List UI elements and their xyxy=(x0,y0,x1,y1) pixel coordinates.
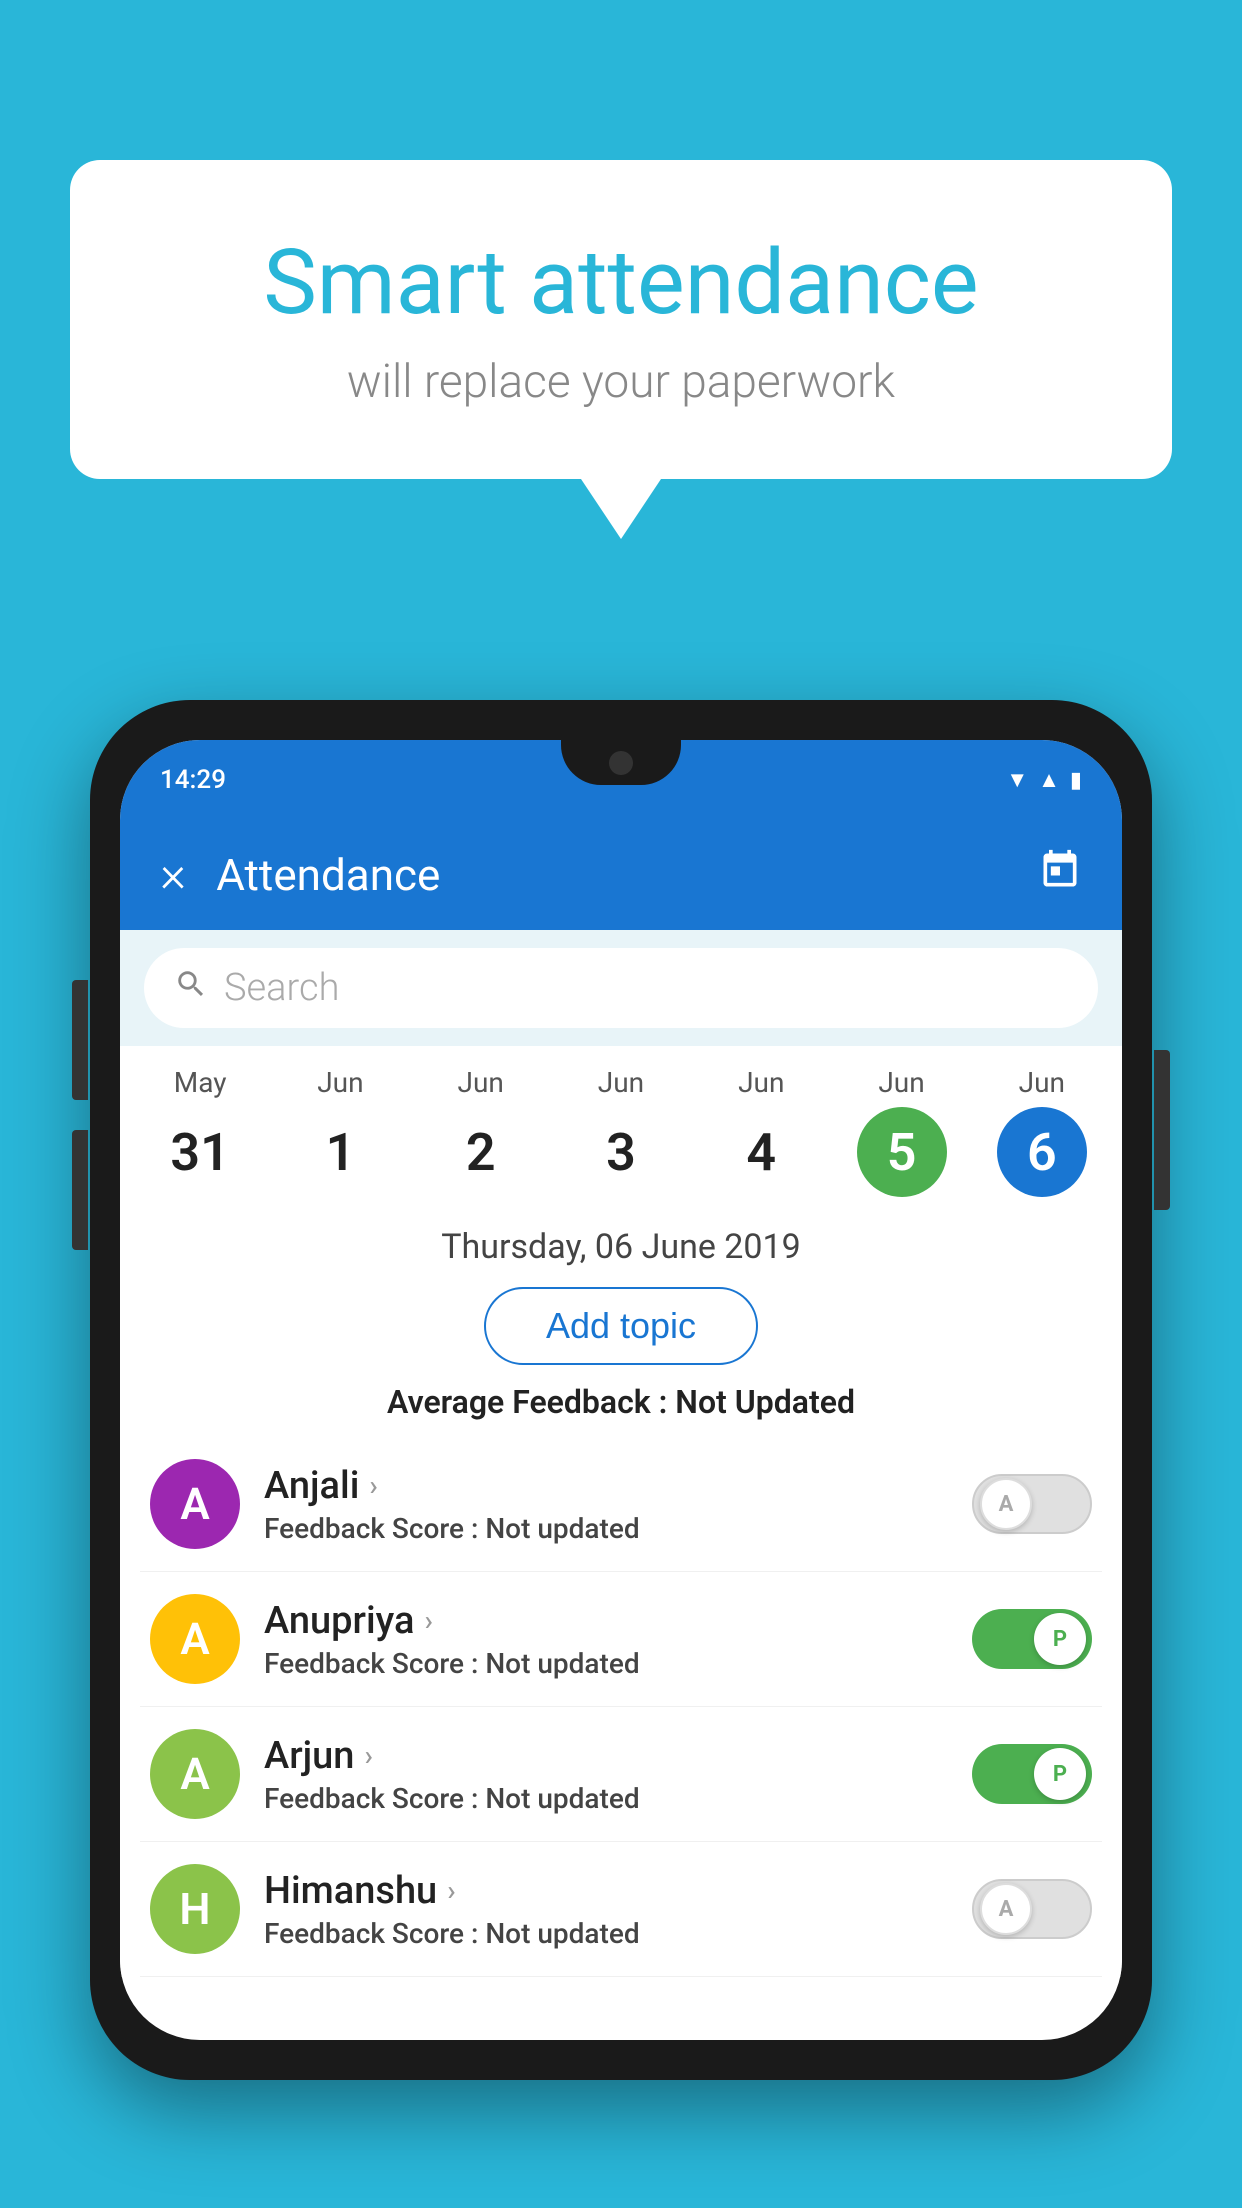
search-bar[interactable]: Search xyxy=(144,948,1098,1028)
student-feedback-arjun: Feedback Score : Not updated xyxy=(264,1782,948,1815)
battery-icon: ▮ xyxy=(1070,768,1082,793)
toggle-himanshu[interactable]: A xyxy=(972,1879,1092,1939)
student-row-arjun[interactable]: A Arjun › Feedback Score : Not updated xyxy=(140,1707,1102,1842)
cal-date-5: 5 xyxy=(857,1107,947,1197)
add-topic-section: Add topic xyxy=(120,1279,1122,1383)
chevron-icon-arjun: › xyxy=(364,1739,372,1772)
cal-date-0: 31 xyxy=(155,1107,245,1197)
status-bar: 14:29 ▼ ▲ ▮ xyxy=(120,740,1122,820)
student-row-anjali[interactable]: A Anjali › Feedback Score : Not updated xyxy=(140,1437,1102,1572)
search-icon xyxy=(174,967,208,1010)
app-header: × Attendance xyxy=(120,820,1122,930)
avatar-anjali: A xyxy=(150,1459,240,1549)
cal-day-2[interactable]: Jun 2 xyxy=(416,1066,546,1197)
student-feedback-anjali: Feedback Score : Not updated xyxy=(264,1512,948,1545)
attendance-toggle-himanshu[interactable]: A xyxy=(972,1879,1092,1939)
speech-bubble-title: Smart attendance xyxy=(150,230,1092,335)
chevron-icon-anupriya: › xyxy=(424,1604,432,1637)
avatar-himanshu: H xyxy=(150,1864,240,1954)
attendance-toggle-arjun[interactable]: P xyxy=(972,1744,1092,1804)
phone-button-power xyxy=(1154,1050,1170,1210)
student-row-himanshu[interactable]: H Himanshu › Feedback Score : Not update… xyxy=(140,1842,1102,1977)
attendance-toggle-anjali[interactable]: A xyxy=(972,1474,1092,1534)
speech-bubble: Smart attendance will replace your paper… xyxy=(70,160,1172,479)
student-name-himanshu: Himanshu › xyxy=(264,1869,948,1913)
avatar-arjun: A xyxy=(150,1729,240,1819)
cal-day-1[interactable]: Jun 1 xyxy=(275,1066,405,1197)
close-button[interactable]: × xyxy=(160,850,186,900)
selected-date-heading: Thursday, 06 June 2019 xyxy=(120,1207,1122,1279)
student-list: A Anjali › Feedback Score : Not updated xyxy=(120,1437,1122,1977)
cal-date-3: 3 xyxy=(576,1107,666,1197)
toggle-anjali[interactable]: A xyxy=(972,1474,1092,1534)
search-section: Search xyxy=(120,930,1122,1046)
student-name-anupriya: Anupriya › xyxy=(264,1599,948,1643)
cal-date-4: 4 xyxy=(716,1107,806,1197)
cal-day-4[interactable]: Jun 4 xyxy=(696,1066,826,1197)
add-topic-button[interactable]: Add topic xyxy=(484,1287,758,1365)
cal-date-6: 6 xyxy=(997,1107,1087,1197)
cal-month-6: Jun xyxy=(1019,1066,1065,1099)
cal-date-1: 1 xyxy=(295,1107,385,1197)
app-title: Attendance xyxy=(216,849,1008,901)
cal-month-3: Jun xyxy=(598,1066,644,1099)
notch xyxy=(561,740,681,785)
toggle-thumb-anjali: A xyxy=(980,1478,1032,1530)
phone-button-volume-down xyxy=(72,1130,88,1250)
student-info-arjun: Arjun › Feedback Score : Not updated xyxy=(264,1734,948,1815)
cal-day-0[interactable]: May 31 xyxy=(135,1066,265,1197)
calendar-dates-row: May 31 Jun 1 Jun 2 Jun 3 Jun 4 xyxy=(120,1046,1122,1207)
student-feedback-himanshu: Feedback Score : Not updated xyxy=(264,1917,948,1950)
avatar-anupriya: A xyxy=(150,1594,240,1684)
cal-day-6[interactable]: Jun 6 xyxy=(977,1066,1107,1197)
avg-feedback-label: Average Feedback : xyxy=(387,1383,667,1421)
average-feedback: Average Feedback : Not Updated xyxy=(120,1383,1122,1437)
cal-day-5[interactable]: Jun 5 xyxy=(837,1066,967,1197)
speech-bubble-section: Smart attendance will replace your paper… xyxy=(70,160,1172,539)
student-info-anupriya: Anupriya › Feedback Score : Not updated xyxy=(264,1599,948,1680)
phone-outer: 14:29 ▼ ▲ ▮ × Attendance xyxy=(90,700,1152,2080)
status-icons: ▼ ▲ ▮ xyxy=(1006,767,1082,793)
toggle-thumb-arjun: P xyxy=(1034,1748,1086,1800)
wifi-icon: ▼ xyxy=(1006,767,1028,793)
toggle-thumb-himanshu: A xyxy=(980,1883,1032,1935)
toggle-arjun[interactable]: P xyxy=(972,1744,1092,1804)
toggle-anupriya[interactable]: P xyxy=(972,1609,1092,1669)
student-feedback-anupriya: Feedback Score : Not updated xyxy=(264,1647,948,1680)
student-name-anjali: Anjali › xyxy=(264,1464,948,1508)
phone-wrapper: 14:29 ▼ ▲ ▮ × Attendance xyxy=(90,700,1152,2208)
speech-bubble-tail xyxy=(581,479,661,539)
signal-icon: ▲ xyxy=(1038,767,1060,793)
search-placeholder: Search xyxy=(224,966,339,1010)
status-time: 14:29 xyxy=(160,765,226,795)
avg-feedback-value: Not Updated xyxy=(675,1383,855,1421)
student-name-arjun: Arjun › xyxy=(264,1734,948,1778)
cal-month-2: Jun xyxy=(458,1066,504,1099)
student-row-anupriya[interactable]: A Anupriya › Feedback Score : Not update… xyxy=(140,1572,1102,1707)
cal-day-3[interactable]: Jun 3 xyxy=(556,1066,686,1197)
phone-button-volume-up xyxy=(72,980,88,1100)
toggle-thumb-anupriya: P xyxy=(1034,1613,1086,1665)
cal-date-2: 2 xyxy=(436,1107,526,1197)
calendar-icon[interactable] xyxy=(1038,848,1082,903)
cal-month-5: Jun xyxy=(878,1066,924,1099)
chevron-icon-himanshu: › xyxy=(447,1874,455,1907)
speech-bubble-subtitle: will replace your paperwork xyxy=(150,355,1092,409)
phone-screen: 14:29 ▼ ▲ ▮ × Attendance xyxy=(120,740,1122,2040)
student-info-himanshu: Himanshu › Feedback Score : Not updated xyxy=(264,1869,948,1950)
cal-month-0: May xyxy=(174,1066,227,1099)
cal-month-1: Jun xyxy=(317,1066,363,1099)
student-info-anjali: Anjali › Feedback Score : Not updated xyxy=(264,1464,948,1545)
attendance-toggle-anupriya[interactable]: P xyxy=(972,1609,1092,1669)
front-camera xyxy=(609,751,633,775)
chevron-icon-anjali: › xyxy=(369,1469,377,1502)
cal-month-4: Jun xyxy=(738,1066,784,1099)
